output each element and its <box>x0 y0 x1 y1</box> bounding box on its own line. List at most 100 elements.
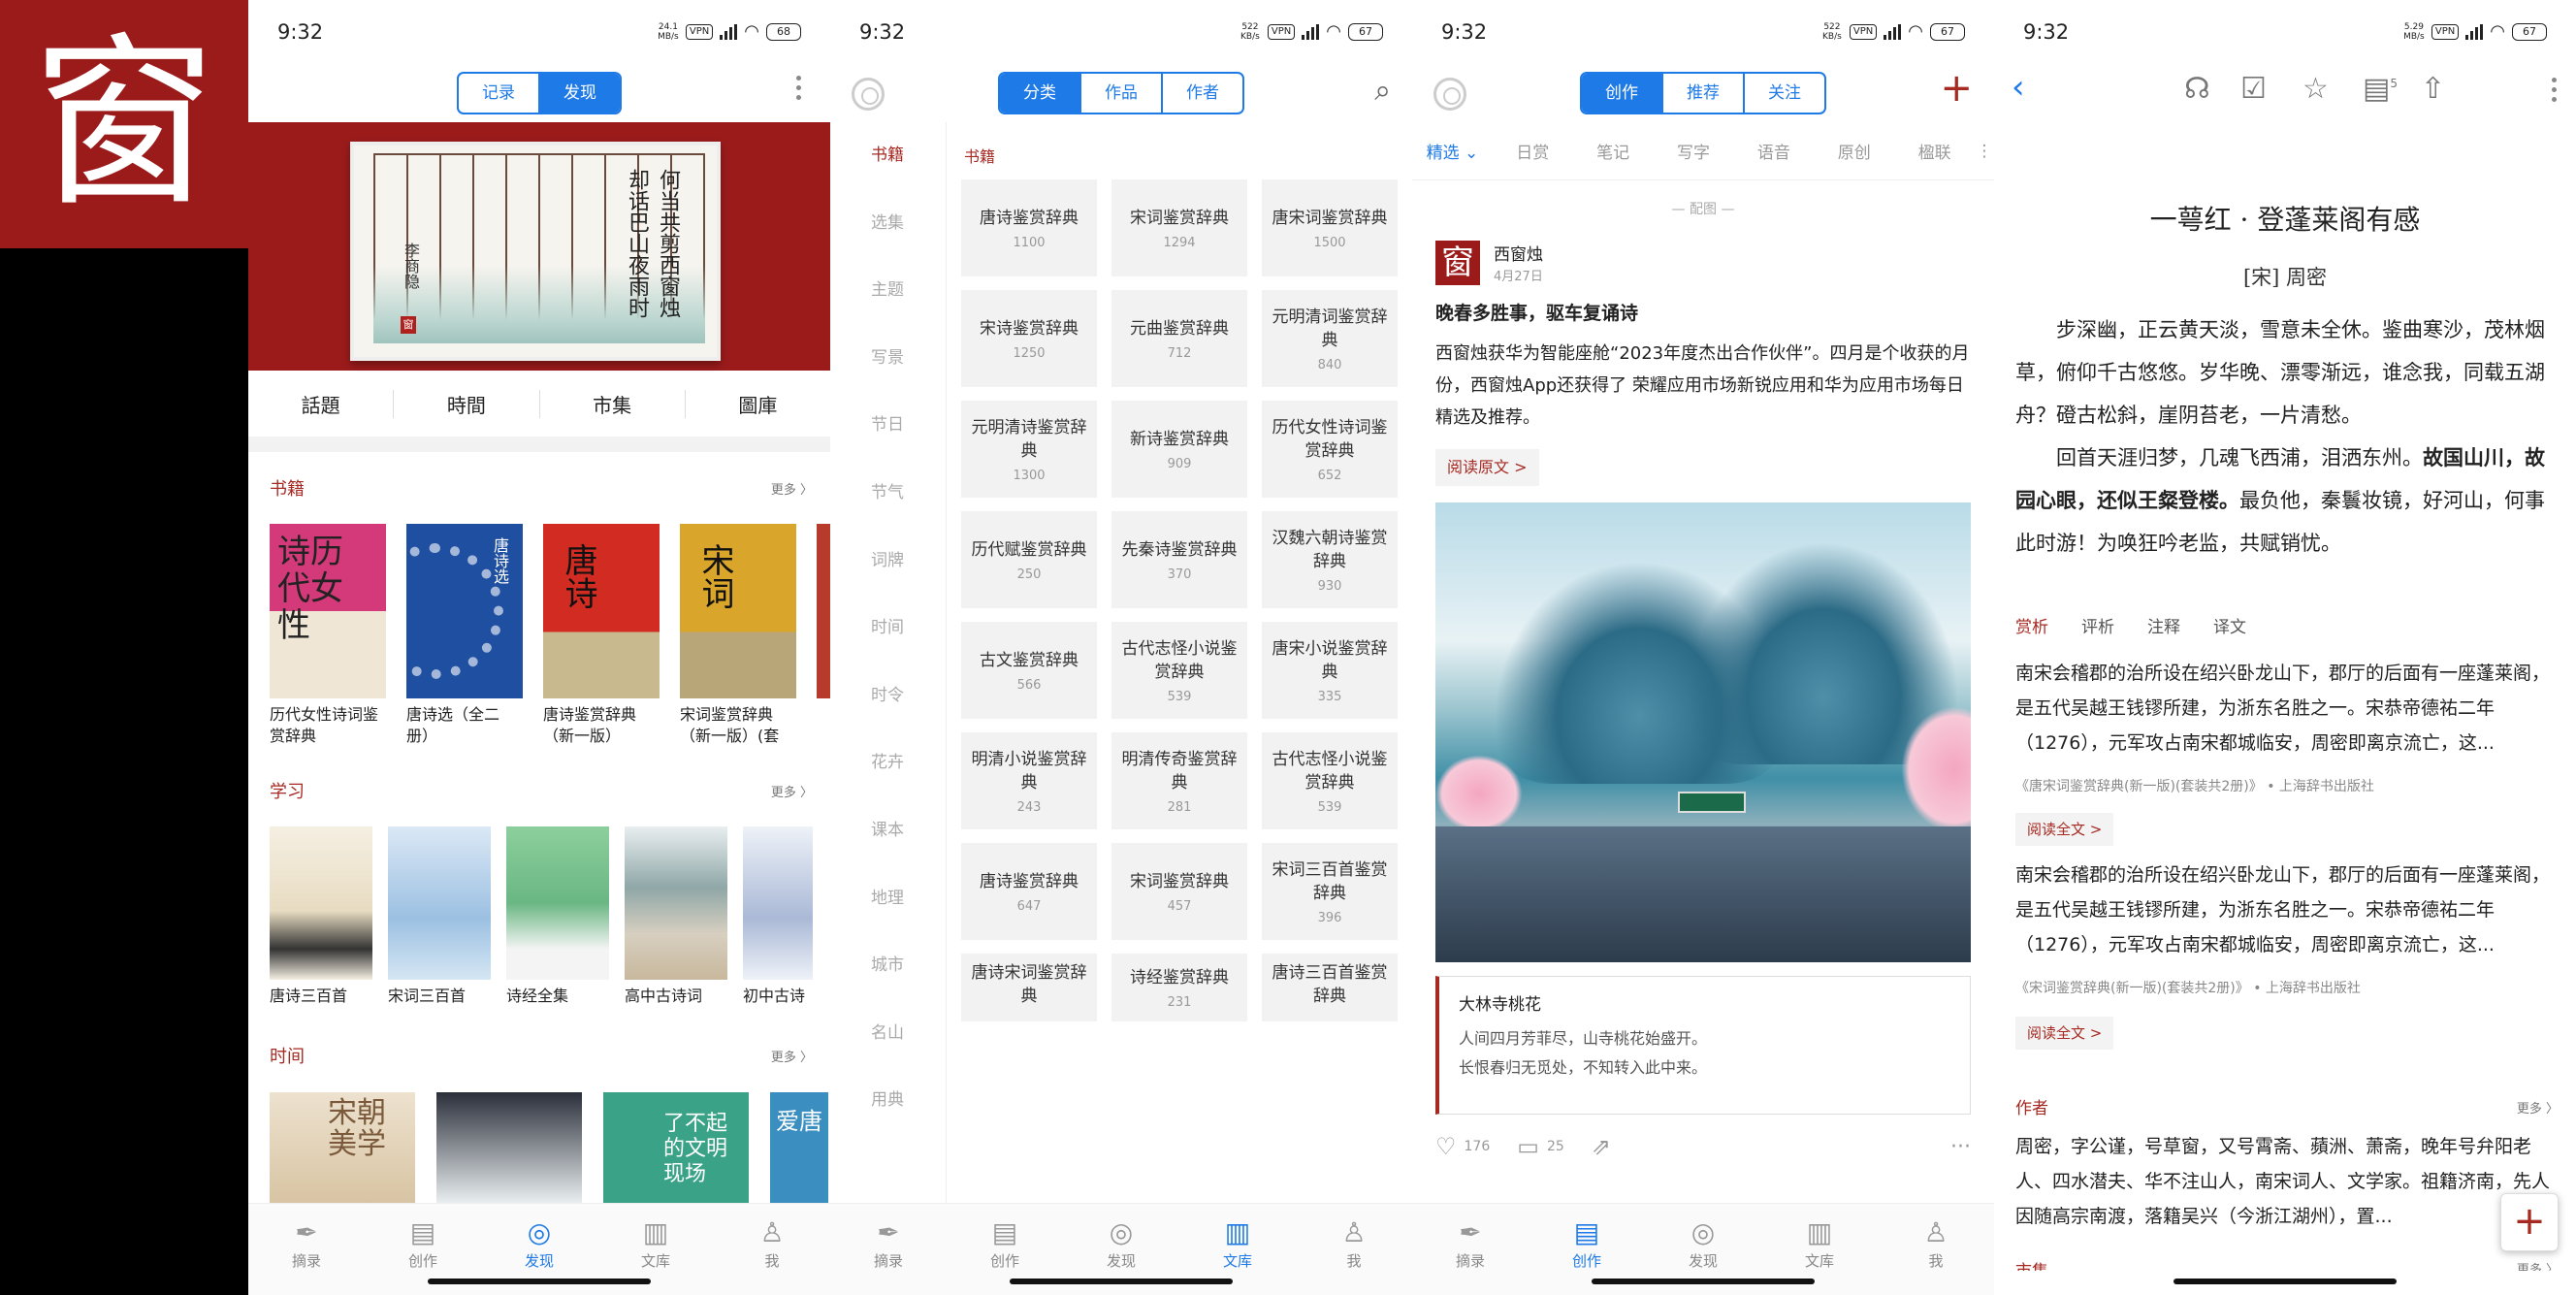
subtab-featured[interactable]: 精选 ⌄ <box>1412 139 1493 163</box>
comment-icon[interactable]: ▭ <box>1517 1133 1539 1160</box>
subtab-voice[interactable]: 语音 <box>1733 139 1814 163</box>
sidebar-item[interactable]: 写景 <box>830 325 946 393</box>
study-card[interactable]: 宋词三百首 <box>388 826 491 1009</box>
search-icon[interactable]: ⌕ <box>1374 74 1391 108</box>
time-card[interactable]: 爱唐 <box>770 1092 828 1203</box>
headphones-icon[interactable]: ☊ <box>2184 72 2210 106</box>
sidebar-item[interactable]: 地理 <box>830 865 946 933</box>
subtab-daily[interactable]: 日赏 <box>1493 139 1573 163</box>
nav-me[interactable]: ♙ 我 <box>1878 1204 1994 1295</box>
subtab-overflow-icon[interactable]: ⋮ <box>1975 142 1994 161</box>
section-time-more[interactable]: 更多 〉 <box>771 1047 813 1065</box>
book-grid-cell[interactable]: 宋诗鉴赏辞典 1250 <box>961 290 1097 387</box>
sidebar-item[interactable]: 时令 <box>830 663 946 730</box>
time-card[interactable]: 宋朝美学 <box>270 1092 415 1203</box>
book-grid-cell[interactable]: 先秦诗鉴赏辞典 370 <box>1111 511 1247 608</box>
book-grid-cell[interactable]: 宋词鉴赏辞典 457 <box>1111 843 1247 940</box>
subtab-original[interactable]: 原创 <box>1814 139 1894 163</box>
sidebar-item[interactable]: 时间 <box>830 595 946 663</box>
book-grid-cell[interactable]: 汉魏六朝诗鉴赏辞典 930 <box>1262 511 1398 608</box>
add-floating-button[interactable]: + <box>2500 1193 2559 1251</box>
heart-icon[interactable]: ♡ <box>1435 1133 1457 1160</box>
sidebar-item[interactable]: 书籍 <box>830 122 946 190</box>
book-card[interactable]: 唐诗 唐诗鉴赏辞典（新一版） <box>543 524 660 747</box>
bookmark-list-icon[interactable]: ▤5 <box>2363 72 2398 106</box>
nav-excerpt[interactable]: ✒ 摘录 <box>830 1204 947 1295</box>
sidebar-item[interactable]: 用典 <box>830 1067 946 1135</box>
sidebar-item[interactable]: 选集 <box>830 190 946 258</box>
book-grid-cell[interactable]: 唐诗鉴赏辞典 647 <box>961 843 1097 940</box>
sidebar-item[interactable]: 节气 <box>830 460 946 528</box>
read-full-button[interactable]: 阅读全文 > <box>2015 1017 2114 1050</box>
section-study-more[interactable]: 更多 〉 <box>771 782 813 800</box>
book-grid-cell[interactable]: 明清传奇鉴赏辞典 281 <box>1111 732 1247 829</box>
book-grid-cell[interactable]: 诗经鉴赏辞典 231 <box>1111 954 1247 1021</box>
book-grid-cell[interactable]: 唐宋词鉴赏辞典 1500 <box>1262 179 1398 276</box>
book-grid-cell[interactable]: 明清小说鉴赏辞典 243 <box>961 732 1097 829</box>
sidebar-item[interactable]: 主题 <box>830 257 946 325</box>
book-card[interactable]: 宋词 宋词鉴赏辞典（新一版）(套装... <box>680 524 796 747</box>
cat-time[interactable]: 時間 <box>394 389 540 418</box>
study-card[interactable]: 初中古诗 <box>743 826 813 1009</box>
cat-gallery[interactable]: 圖庫 <box>686 390 830 418</box>
book-grid-cell[interactable]: 古代志怪小说鉴赏辞典 539 <box>1111 622 1247 719</box>
tab-recommend[interactable]: 推荐 <box>1663 74 1745 113</box>
nav-excerpt[interactable]: ✒ 摘录 <box>248 1204 365 1295</box>
study-card[interactable]: 诗经全集 <box>506 826 609 1009</box>
more-icon[interactable]: ··· <box>1950 1135 1971 1159</box>
book-grid-cell[interactable]: 唐诗鉴赏辞典 1100 <box>961 179 1097 276</box>
back-icon[interactable]: ‹ <box>2012 68 2025 107</box>
book-card[interactable] <box>817 524 830 747</box>
book-grid-cell[interactable]: 唐宋小说鉴赏辞典 335 <box>1262 622 1398 719</box>
tab-discover[interactable]: 发现 <box>540 74 620 113</box>
featured-banner[interactable]: 何当共剪西窗烛 却话巴山夜雨时 李商隐 窗 <box>248 122 830 371</box>
tab-notes[interactable]: 注释 <box>2147 613 2180 637</box>
tab-appreciation[interactable]: 赏析 <box>2015 613 2048 637</box>
tab-authors[interactable]: 作者 <box>1163 74 1242 113</box>
market-more[interactable]: 更多 〉 <box>2517 1259 2559 1271</box>
author-more[interactable]: 更多 〉 <box>2517 1098 2559 1117</box>
book-grid-cell[interactable]: 古代志怪小说鉴赏辞典 539 <box>1262 732 1398 829</box>
subtab-writing[interactable]: 写字 <box>1654 139 1734 163</box>
more-icon[interactable] <box>2552 78 2557 102</box>
share-icon[interactable]: ⇧ <box>2421 72 2445 106</box>
book-grid-cell[interactable]: 唐诗三百首鉴赏辞典 <box>1262 954 1398 1021</box>
sidebar-item[interactable]: 花卉 <box>830 729 946 797</box>
book-grid-cell[interactable]: 元明清诗鉴赏辞典 1300 <box>961 401 1097 498</box>
nav-excerpt[interactable]: ✒ 摘录 <box>1412 1204 1529 1295</box>
time-card[interactable]: 了不起的文明现场 <box>603 1092 749 1203</box>
share-icon[interactable]: ⇗ <box>1592 1133 1611 1160</box>
book-grid-cell[interactable]: 元明清词鉴赏辞典 840 <box>1262 290 1398 387</box>
loading-icon[interactable] <box>852 78 885 111</box>
sidebar-item[interactable]: 名山 <box>830 1000 946 1068</box>
star-icon[interactable]: ☆ <box>2302 72 2329 106</box>
subtab-couplet[interactable]: 楹联 <box>1894 139 1975 163</box>
loading-icon[interactable] <box>1433 78 1466 111</box>
book-grid-cell[interactable]: 新诗鉴赏辞典 909 <box>1111 401 1247 498</box>
time-card[interactable] <box>436 1092 582 1203</box>
avatar[interactable]: 窗 <box>1435 241 1480 285</box>
tab-create[interactable]: 创作 <box>1582 74 1663 113</box>
add-icon[interactable]: + <box>1940 66 1973 111</box>
sidebar-item[interactable]: 节日 <box>830 392 946 460</box>
sidebar-item[interactable]: 课本 <box>830 797 946 865</box>
calendar-check-icon[interactable]: ☑ <box>2240 72 2267 106</box>
book-grid-cell[interactable]: 元曲鉴赏辞典 712 <box>1111 290 1247 387</box>
book-card[interactable]: 唐诗选 唐诗选（全二册） <box>406 524 523 747</box>
section-books-more[interactable]: 更多 〉 <box>771 479 813 498</box>
tab-translation[interactable]: 译文 <box>2213 613 2246 637</box>
tab-category[interactable]: 分类 <box>1000 74 1081 113</box>
sidebar-item[interactable]: 词牌 <box>830 528 946 596</box>
poem-author[interactable]: [宋] 周密 <box>1994 262 2576 291</box>
read-original-button[interactable]: 阅读原文 > <box>1435 449 1539 486</box>
subtab-notes[interactable]: 笔记 <box>1573 139 1654 163</box>
book-grid-cell[interactable]: 宋词三百首鉴赏辞典 396 <box>1262 843 1398 940</box>
read-full-button[interactable]: 阅读全文 > <box>2015 813 2114 846</box>
more-icon[interactable] <box>796 76 801 100</box>
study-card[interactable]: 唐诗三百首 <box>270 826 372 1009</box>
book-grid-cell[interactable]: 历代赋鉴赏辞典 250 <box>961 511 1097 608</box>
book-grid-cell[interactable]: 历代女性诗词鉴赏辞典 652 <box>1262 401 1398 498</box>
book-card[interactable]: 诗历代女性 历代女性诗词鉴赏辞典 <box>270 524 386 747</box>
nav-me[interactable]: ♙ 我 <box>1296 1204 1412 1295</box>
sidebar-item[interactable]: 城市 <box>830 932 946 1000</box>
